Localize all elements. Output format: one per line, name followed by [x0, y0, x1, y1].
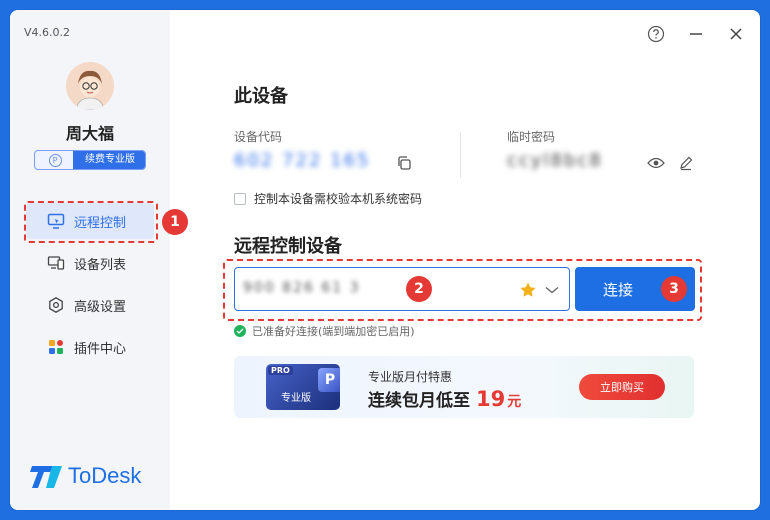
shield-check-icon: [234, 325, 246, 337]
sidebar-item-plugin-center[interactable]: 插件中心: [24, 326, 170, 368]
todesk-logo-icon: [30, 466, 62, 488]
gear-icon: [46, 295, 66, 315]
annotation-step-3: 3: [661, 276, 687, 302]
promo-price: 19: [476, 387, 506, 411]
annotation-box-connect: [223, 259, 702, 321]
plugin-grid-icon: [46, 337, 66, 357]
promo-line2-text: 连续包月低至: [368, 391, 470, 411]
this-device-title: 此设备: [234, 86, 288, 107]
copy-icon[interactable]: [395, 154, 413, 172]
todesk-logo: ToDesk: [30, 462, 141, 490]
promo-banner[interactable]: PRO P 专业版 专业版月付特惠 连续包月低至 19 元 立即购买: [234, 356, 694, 418]
avatar[interactable]: [66, 62, 114, 110]
temp-password-label: 临时密码: [507, 130, 556, 144]
connection-status-text: 已准备好连接(端到端加密已启用): [252, 325, 415, 338]
annotation-step-2: 2: [406, 276, 432, 302]
annotation-step-1: 1: [162, 209, 188, 235]
device-code-value: 602 722 165: [234, 150, 371, 171]
eye-icon[interactable]: [647, 154, 665, 172]
pro-p-icon: P: [37, 152, 73, 168]
device-list-icon: [46, 253, 66, 273]
renew-pro-badge[interactable]: P 续费专业版: [34, 150, 146, 170]
renew-pro-label: 续费专业版: [73, 151, 145, 169]
sidebar-item-device-list[interactable]: 设备列表: [24, 242, 170, 284]
sidebar: V4.6.0.2 周大福 P 续费专业版 远程控制 设备列表 高级设置 插件中心…: [10, 10, 170, 510]
remote-control-title: 远程控制设备: [234, 236, 342, 257]
buy-now-button[interactable]: 立即购买: [579, 374, 665, 400]
verify-system-password-option[interactable]: 控制本设备需校验本机系统密码: [234, 190, 422, 207]
promo-unit: 元: [507, 394, 522, 410]
pro-card-image: PRO P 专业版: [266, 364, 340, 410]
app-window: V4.6.0.2 周大福 P 续费专业版 远程控制 设备列表 高级设置 插件中心…: [10, 10, 760, 510]
promo-line1: 专业版月付特惠: [368, 370, 453, 384]
verify-password-checkbox[interactable]: [234, 192, 246, 205]
device-code-label: 设备代码: [234, 130, 283, 144]
sidebar-item-label: 插件中心: [74, 341, 127, 357]
pro-tag: PRO: [268, 366, 293, 375]
minimize-icon[interactable]: [686, 24, 706, 44]
edit-pencil-icon[interactable]: [677, 154, 695, 172]
user-name: 周大福: [65, 124, 114, 143]
pro-card-name: 专业版: [281, 393, 311, 404]
connection-status: 已准备好连接(端到端加密已启用): [234, 323, 415, 339]
window-controls: [646, 24, 746, 44]
version-label: V4.6.0.2: [24, 26, 71, 39]
sidebar-item-label: 设备列表: [74, 257, 127, 273]
sidebar-item-label: 高级设置: [74, 299, 127, 315]
annotation-box-remote-control: [24, 201, 158, 243]
sidebar-item-advanced-settings[interactable]: 高级设置: [24, 284, 170, 326]
temp-password-value: ccyl8bc8: [507, 150, 603, 171]
help-icon[interactable]: [646, 24, 666, 44]
divider: [460, 132, 461, 178]
close-icon[interactable]: [726, 24, 746, 44]
verify-password-label: 控制本设备需校验本机系统密码: [254, 192, 423, 206]
logo-text: ToDesk: [68, 463, 142, 488]
promo-line2: 连续包月低至 19 元: [368, 386, 521, 411]
